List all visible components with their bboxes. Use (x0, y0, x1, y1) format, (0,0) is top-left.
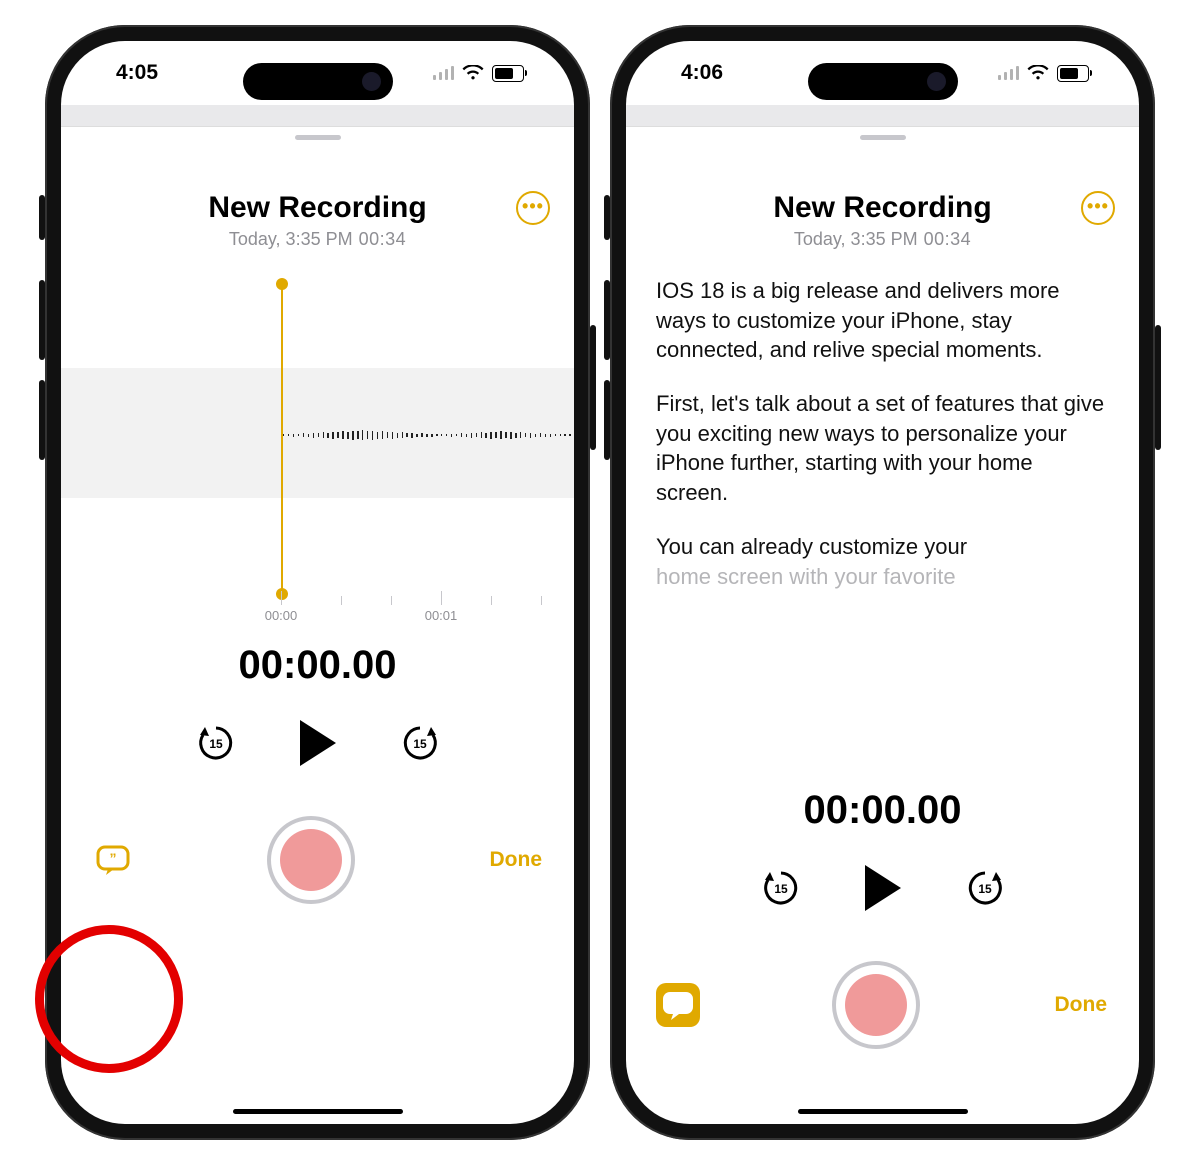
svg-text:15: 15 (209, 737, 223, 751)
transcript-body[interactable]: IOS 18 is a big release and delivers mor… (626, 260, 1139, 768)
transcript-paragraph: You can already customize your home scre… (656, 532, 1109, 591)
svg-text:15: 15 (978, 882, 992, 896)
transcript-paragraph: IOS 18 is a big release and delivers mor… (656, 276, 1109, 365)
sheet-grabber[interactable] (295, 135, 341, 140)
transcript-paragraph: First, let's talk about a set of feature… (656, 389, 1109, 508)
recording-title: New Recording (61, 191, 574, 225)
cellular-icon (433, 66, 454, 80)
status-bar: 4:05 (61, 41, 574, 105)
time-ruler: 00:00 00:01 (61, 593, 574, 623)
skip-back-15-button[interactable]: 15 (196, 723, 236, 763)
phone-mockup-left: 4:05 New Recording Today, 3:35 PM00:34 •… (45, 25, 590, 1140)
skip-forward-15-button[interactable]: 15 (965, 868, 1005, 908)
battery-icon (492, 65, 524, 82)
waveform (283, 428, 574, 442)
svg-text:”: ” (110, 850, 117, 866)
play-button[interactable] (861, 863, 905, 913)
status-time: 4:06 (681, 61, 723, 85)
svg-text:15: 15 (413, 737, 427, 751)
svg-text:15: 15 (774, 882, 788, 896)
home-indicator[interactable] (233, 1109, 403, 1114)
wifi-icon (462, 65, 484, 81)
playhead[interactable] (281, 284, 283, 594)
recording-subtitle: Today, 3:35 PM00:34 (61, 229, 574, 250)
svg-text:”: ” (675, 995, 682, 1011)
status-time: 4:05 (116, 61, 158, 85)
battery-icon (1057, 65, 1089, 82)
waveform-area[interactable]: 00:00 00:01 (61, 278, 574, 623)
phone-mockup-right: 4:06 New Recording Today, 3:35 PM00:34 •… (610, 25, 1155, 1140)
transcript-toggle-button[interactable]: ” (91, 838, 135, 882)
cellular-icon (998, 66, 1019, 80)
recording-title: New Recording (626, 191, 1139, 225)
status-bar: 4:06 (626, 41, 1139, 105)
more-options-button[interactable]: ••• (516, 191, 550, 225)
sheet-grabber[interactable] (860, 135, 906, 140)
record-button[interactable] (832, 961, 920, 1049)
recording-subtitle: Today, 3:35 PM00:34 (626, 229, 1139, 250)
home-indicator[interactable] (798, 1109, 968, 1114)
play-button[interactable] (296, 718, 340, 768)
playback-timer: 00:00.00 (61, 623, 574, 688)
done-button[interactable]: Done (1053, 987, 1110, 1023)
transcript-toggle-button[interactable]: ” (656, 983, 700, 1027)
more-options-button[interactable]: ••• (1081, 191, 1115, 225)
wifi-icon (1027, 65, 1049, 81)
done-button[interactable]: Done (488, 842, 545, 878)
record-button[interactable] (267, 816, 355, 904)
playback-timer: 00:00.00 (626, 768, 1139, 833)
skip-back-15-button[interactable]: 15 (761, 868, 801, 908)
skip-forward-15-button[interactable]: 15 (400, 723, 440, 763)
